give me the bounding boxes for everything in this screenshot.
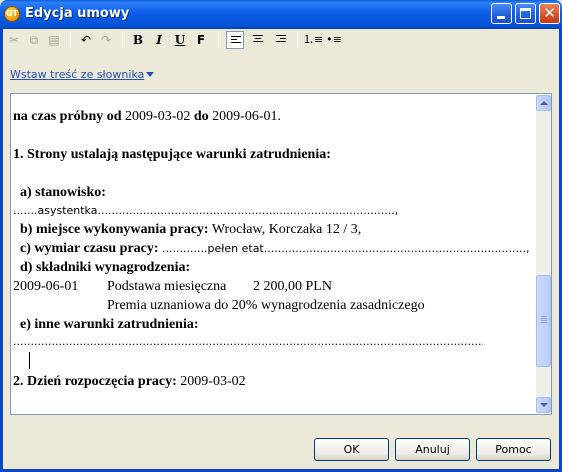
align-right-icon — [276, 35, 286, 45]
workplace-label: b) miejsce wykonywania pracy: — [13, 222, 209, 237]
close-icon: ✕ — [543, 4, 556, 22]
contract-editor[interactable]: na czas próbny od 2009-03-02 do 2009-06-… — [10, 93, 552, 415]
chevron-down-icon — [540, 403, 548, 407]
numbered-list-button[interactable]: ⒈≡ — [303, 31, 324, 49]
workplace-value: Wrocław, Korczaka 12 / 3, — [208, 222, 362, 237]
salary-date: 2009-06-01 — [13, 279, 79, 294]
editor-scrollbar[interactable] — [536, 95, 551, 413]
chevron-up-icon — [540, 101, 548, 105]
start-date-value: 2009-03-02 — [176, 374, 246, 389]
position-line: a) stanowisko: — [13, 184, 106, 202]
underline-button[interactable]: U — [171, 31, 189, 49]
numbered-list-icon: ⒈≡ — [303, 33, 324, 46]
position-label: a) stanowisko: — [13, 185, 106, 200]
bonus-line: Premia uznaniowa do 20% wynagrodzenia za… — [107, 297, 425, 315]
cut-icon[interactable]: ✂ — [5, 31, 23, 49]
paste-icon[interactable]: ▤ — [45, 31, 63, 49]
scroll-thumb[interactable] — [536, 275, 551, 367]
editor-content[interactable]: na czas próbny od 2009-03-02 do 2009-06-… — [12, 95, 536, 413]
trial-start-date: 2009-03-02 — [121, 109, 194, 124]
workplace-line: b) miejsce wykonywania pracy: Wrocław, K… — [13, 221, 361, 239]
position-dots-right: ........................................… — [97, 204, 399, 217]
window-frame-left — [0, 29, 3, 472]
bulleted-list-button[interactable]: •≡ — [325, 31, 343, 49]
salary-desc-cell: Podstawa miesięczna — [107, 278, 226, 296]
position-value-line: .......asystentka.......................… — [13, 202, 398, 220]
toolbar-separator — [297, 32, 298, 48]
maximize-button[interactable] — [515, 3, 536, 24]
toolbar-separator — [122, 32, 123, 48]
other-conditions-dots: ........................................… — [13, 335, 483, 348]
insert-from-dictionary-label: Wstaw treść ze słownika — [10, 68, 145, 81]
help-button[interactable]: Pomoc — [476, 438, 551, 461]
toolbar-separator — [70, 32, 71, 48]
salary-description: Podstawa miesięczna — [107, 279, 227, 294]
working-time-label: c) wymiar czasu pracy: — [13, 241, 159, 256]
copy-icon[interactable]: ⧉ — [25, 31, 43, 49]
other-conditions-line: e) inne warunki zatrudnienia: — [13, 316, 199, 334]
start-date-label: 2. Dzień rozpoczęcia pracy: — [13, 374, 177, 389]
minimize-icon — [497, 16, 505, 19]
font-button[interactable]: F — [192, 31, 210, 49]
salary-row: 2009-06-01 — [13, 278, 78, 296]
salary-amount-cell: 2 200,00 PLN — [253, 278, 332, 296]
grip-icon — [541, 316, 547, 317]
bulleted-list-icon: •≡ — [326, 33, 342, 46]
other-conditions-label: e) inne warunki zatrudnienia: — [13, 317, 199, 332]
start-date-line: 2. Dzień rozpoczęcia pracy: 2009-03-02 — [13, 373, 246, 391]
working-time-dots-left: ............. — [158, 242, 208, 255]
text-caret — [29, 352, 30, 369]
toolbar-separator — [218, 32, 219, 48]
trial-period-label: na czas próbny od — [13, 109, 122, 124]
align-left-icon — [231, 36, 241, 46]
redo-icon[interactable]: ↷ — [97, 31, 115, 49]
salary-components-line: d) składniki wynagrodzenia: — [13, 259, 190, 277]
italic-button[interactable]: I — [150, 31, 168, 49]
salary-amount: 2 200,00 PLN — [253, 279, 332, 294]
trial-end-date: 2009-06-01. — [208, 109, 281, 124]
section-1-heading: 1. Strony ustalają następujące warunki z… — [13, 146, 331, 164]
align-right-button[interactable] — [272, 31, 290, 49]
scroll-down-button[interactable] — [536, 397, 551, 413]
salary-components-label: d) składniki wynagrodzenia: — [13, 260, 191, 275]
bonus-text: Premia uznaniowa do 20% wynagrodzenia za… — [107, 298, 425, 313]
formatting-toolbar: ✂ ⧉ ▤ ↶ ↷ B I U F ⒈≡ •≡ — [3, 29, 559, 51]
trial-to-label: do — [193, 109, 209, 124]
ok-button[interactable]: OK — [314, 438, 389, 461]
align-left-button[interactable] — [226, 31, 244, 49]
minimize-button[interactable] — [491, 3, 512, 24]
close-button[interactable]: ✕ — [539, 3, 560, 24]
window-title: Edycja umowy — [25, 6, 130, 21]
cancel-button[interactable]: Anuluj — [395, 438, 470, 461]
insert-from-dictionary-link[interactable]: Wstaw treść ze słownika — [10, 68, 155, 81]
trial-period-line: na czas próbny od 2009-03-02 do 2009-06-… — [13, 108, 281, 126]
position-dots-left: ....... — [13, 204, 38, 217]
app-icon: GT — [4, 6, 20, 22]
chevron-down-icon — [146, 72, 155, 77]
bold-button[interactable]: B — [129, 31, 147, 49]
undo-icon[interactable]: ↶ — [77, 31, 95, 49]
section-1-text: 1. Strony ustalają następujące warunki z… — [13, 147, 331, 162]
working-time-value: pełen etat — [207, 242, 264, 255]
title-bar[interactable]: GT Edycja umowy ✕ — [0, 0, 562, 29]
position-value: asystentka — [37, 204, 98, 217]
scroll-up-button[interactable] — [536, 95, 551, 111]
working-time-dots-right: ........................................… — [263, 242, 530, 255]
align-center-icon — [253, 35, 263, 45]
maximize-icon — [520, 8, 531, 19]
align-center-button[interactable] — [249, 31, 267, 49]
working-time-line: c) wymiar czasu pracy: .............pełe… — [13, 240, 530, 258]
